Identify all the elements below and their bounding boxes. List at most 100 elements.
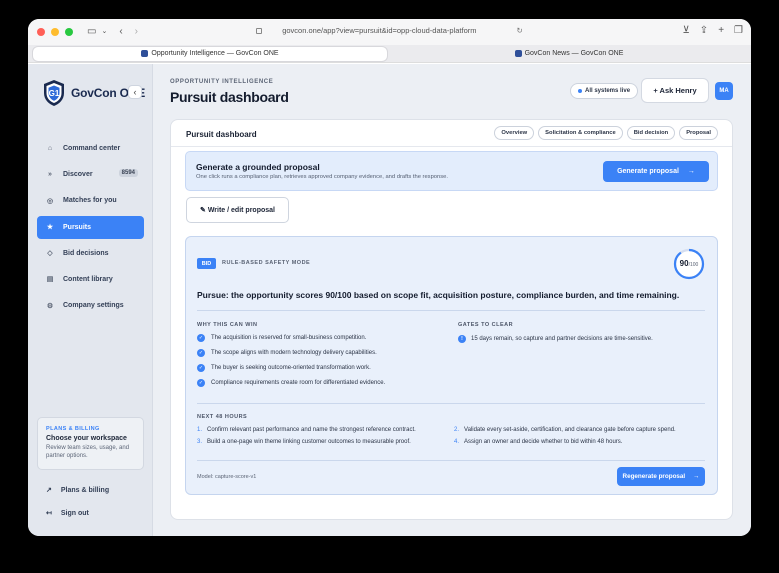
generate-subtitle: One click runs a compliance plan, retrie… xyxy=(196,174,448,180)
arrow-right-icon: → xyxy=(693,473,700,480)
panel-tabs: Overview Solicitation & compliance Bid d… xyxy=(494,126,718,140)
tab-bid-decision[interactable]: Bid decision xyxy=(626,126,676,140)
button-label: Regenerate proposal xyxy=(622,473,686,480)
why-text: The scope aligns with modern technology … xyxy=(211,350,377,356)
why-text: The acquisition is reserved for small-bu… xyxy=(211,335,367,341)
sidebar-item-content-library[interactable]: ▤ Content library xyxy=(37,268,144,291)
share-icon[interactable]: ⇪ xyxy=(700,26,708,36)
sidebar-item-label: Bid decisions xyxy=(63,249,109,257)
list-item: 2. Validate every set-aside, certificatio… xyxy=(454,427,676,433)
panel-title: Pursuit dashboard xyxy=(186,130,257,139)
generate-proposal-button[interactable]: Generate proposal → xyxy=(603,161,709,182)
sidebar-item-label: Pursuits xyxy=(63,223,92,231)
check-icon: ✓ xyxy=(197,379,205,387)
sidebar-item-matches[interactable]: ◎ Matches for you xyxy=(37,189,144,212)
sidebar-item-label: Discover xyxy=(63,171,93,179)
button-label: Generate proposal xyxy=(617,168,679,175)
tabs-overview-icon[interactable]: ❐ xyxy=(734,26,743,36)
list-item: ✓ The buyer is seeking outcome-oriented t… xyxy=(197,364,371,372)
generate-title: Generate a grounded proposal xyxy=(196,162,320,172)
step-text: Build a one-page win theme linking custo… xyxy=(207,439,411,445)
list-item: 3. Build a one-page win theme linking cus… xyxy=(197,439,411,445)
avatar[interactable]: MA xyxy=(715,82,733,100)
write-edit-proposal-button[interactable]: ✎ Write / edit proposal xyxy=(186,197,289,223)
list-item: ! 15 days remain, so capture and partner … xyxy=(458,335,653,343)
step-number: 3. xyxy=(197,439,203,445)
collapse-sidebar-button[interactable]: ‹ xyxy=(128,85,142,99)
sidebar-item-bid-decisions[interactable]: ◇ Bid decisions xyxy=(37,242,144,265)
info-icon: ! xyxy=(458,335,466,343)
tab-opportunity-intelligence[interactable]: Opportunity Intelligence — GovCon ONE xyxy=(33,46,387,61)
sidebar-item-discover[interactable]: » Discover 8594 xyxy=(37,163,144,186)
tab-govcon-news[interactable]: GovCon News — GovCon ONE xyxy=(392,47,746,61)
list-item: ✓ The scope aligns with modern technology… xyxy=(197,349,377,357)
page-title: Pursuit dashboard xyxy=(170,89,289,105)
mode-label: RULE-BASED SAFETY MODE xyxy=(222,260,311,266)
check-icon: ✓ xyxy=(197,334,205,342)
sidebar-item-label: Matches for you xyxy=(63,197,117,205)
tab-label: GovCon News — GovCon ONE xyxy=(524,50,624,57)
sidebar-item-command-center[interactable]: ⌂ Command center xyxy=(37,137,144,160)
shield-icon xyxy=(514,50,522,57)
tab-label: Opportunity Intelligence — GovCon ONE xyxy=(151,50,279,57)
sidebar-item-label: Content library xyxy=(63,275,113,283)
divider xyxy=(171,146,732,147)
app: G1 GovCon ONE ‹ ⌂ Command center » Disco… xyxy=(28,64,751,536)
regenerate-proposal-button[interactable]: Regenerate proposal → xyxy=(617,467,705,486)
title-bar: ▭ ⌄ ‹ › govcon.one/app?view=pursuit&id=o… xyxy=(28,19,751,45)
arrow-up-right-icon: ↗ xyxy=(46,487,52,494)
tab-overview[interactable]: Overview xyxy=(494,126,535,140)
sidebar-item-label: Command center xyxy=(63,145,121,152)
pursuit-panel: Pursuit dashboard Overview Solicitation … xyxy=(170,119,733,520)
status-badge: All systems live xyxy=(570,83,639,99)
sidebar-item-label: Company settings xyxy=(63,302,124,310)
gear-icon: ⚙ xyxy=(46,302,54,310)
status-text: All systems live xyxy=(585,88,631,94)
download-icon[interactable]: ⊻ xyxy=(682,26,689,36)
step-text: Assign an owner and decide whether to bi… xyxy=(464,439,623,445)
home-icon: ⌂ xyxy=(47,145,53,152)
target-icon: ◎ xyxy=(46,197,54,205)
tab-bar: Opportunity Intelligence — GovCon ONE Go… xyxy=(28,45,751,63)
gate-text: 15 days remain, so capture and partner d… xyxy=(471,336,653,342)
page-icon xyxy=(256,28,263,34)
sidebar-item-plans-billing[interactable]: ↗ Plans & billing xyxy=(46,486,146,495)
verdict: Pursue: the opportunity scores 90/100 ba… xyxy=(197,290,680,300)
sidebar-item-company-settings[interactable]: ⚙ Company settings xyxy=(37,294,144,317)
tab-proposal[interactable]: Proposal xyxy=(679,126,718,140)
main-content: OPPORTUNITY INTELLIGENCE Pursuit dashboa… xyxy=(153,64,751,536)
browser-actions: ⊻ ⇪ + ❐ xyxy=(682,26,743,36)
sidebar-item-label: Sign out xyxy=(60,509,89,517)
why-text: Compliance requirements create room for … xyxy=(211,380,386,386)
sidebar-nav: ⌂ Command center » Discover 8594 ◎ Match… xyxy=(37,137,144,320)
check-icon: ✓ xyxy=(197,349,205,357)
step-number: 2. xyxy=(454,427,460,433)
reload-icon[interactable]: ↻ xyxy=(517,26,523,35)
gates-heading: GATES TO CLEAR xyxy=(458,322,514,328)
score-total: /100 xyxy=(688,262,699,268)
plans-kicker: PLANS & BILLING xyxy=(46,426,100,432)
address-bar[interactable]: govcon.one/app?view=pursuit&id=opp-cloud… xyxy=(28,26,751,35)
sidebar: G1 GovCon ONE ‹ ⌂ Command center » Disco… xyxy=(28,64,153,536)
plans-card[interactable]: PLANS & BILLING Choose your workspace Re… xyxy=(37,417,144,470)
svg-text:G1: G1 xyxy=(49,89,60,98)
plans-title: Choose your workspace xyxy=(46,435,127,442)
page-kicker: OPPORTUNITY INTELLIGENCE xyxy=(170,79,274,85)
plans-description: Review team sizes, usage, and partner op… xyxy=(46,445,130,459)
ask-henry-button[interactable]: + Ask Henry xyxy=(641,78,709,103)
divider xyxy=(197,403,705,404)
sidebar-item-sign-out[interactable]: ↤ Sign out xyxy=(46,509,146,518)
star-icon: ★ xyxy=(46,224,54,232)
divider xyxy=(197,460,705,461)
count-badge: 8594 xyxy=(118,169,138,178)
step-text: Validate every set-aside, certification,… xyxy=(464,427,676,433)
library-icon: ▤ xyxy=(46,276,54,284)
list-item: 4. Assign an owner and decide whether to … xyxy=(454,439,622,445)
sidebar-item-pursuits[interactable]: ★ Pursuits xyxy=(37,215,144,239)
new-tab-icon[interactable]: + xyxy=(718,26,724,36)
tab-solicitation-compliance[interactable]: Solicitation & compliance xyxy=(538,126,623,140)
generate-proposal-card: Generate a grounded proposal One click r… xyxy=(185,151,718,191)
sidebar-item-label: Plans & billing xyxy=(60,486,110,494)
discover-icon: » xyxy=(48,171,52,179)
status-dot-icon xyxy=(578,89,582,93)
